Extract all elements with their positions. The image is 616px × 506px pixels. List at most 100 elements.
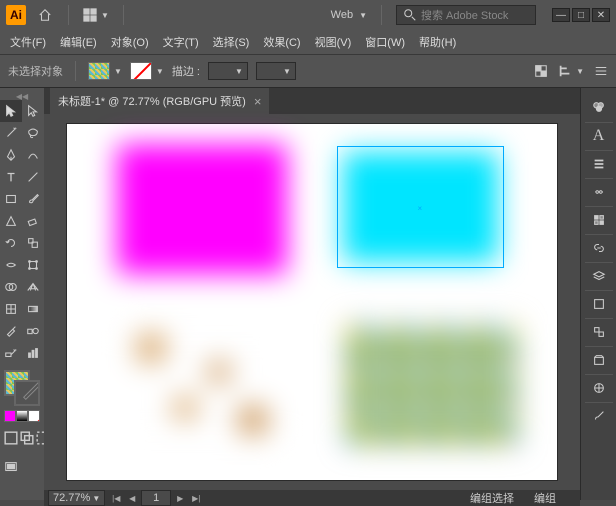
main-area: ◀◀ (0, 88, 616, 500)
gradient-tool[interactable] (22, 298, 44, 320)
selection-status: 未选择对象 (8, 63, 63, 79)
close-icon[interactable]: × (254, 94, 262, 109)
free-transform-tool[interactable] (22, 254, 44, 276)
layers-panel-icon[interactable] (585, 262, 613, 288)
menu-effect[interactable]: 效果(C) (257, 31, 306, 53)
paintbrush-tool[interactable] (22, 188, 44, 210)
stroke-swatch[interactable] (130, 62, 152, 80)
artboards-panel-icon[interactable] (585, 290, 613, 316)
divider (123, 5, 124, 25)
menu-file[interactable]: 文件(F) (4, 31, 52, 53)
color-mode-solid[interactable] (4, 410, 16, 422)
pen-tool[interactable] (0, 144, 22, 166)
stroke-weight-input[interactable]: ▼ (208, 62, 248, 80)
app-logo: Ai (6, 5, 26, 25)
control-bar: 未选择对象 ▼ ▼ 描边 : ▼ ▼ ▼ (0, 54, 616, 88)
eyedropper-tool[interactable] (0, 320, 22, 342)
transparency-icon[interactable] (534, 64, 548, 78)
shaper-tool[interactable] (0, 210, 22, 232)
screen-mode[interactable] (0, 456, 22, 478)
stroke-color[interactable] (14, 380, 40, 406)
curvature-tool[interactable] (22, 144, 44, 166)
close-button[interactable]: ✕ (592, 8, 610, 22)
rectangle-tool[interactable] (0, 188, 22, 210)
menu-object[interactable]: 对象(O) (105, 31, 155, 53)
search-placeholder: 搜索 Adobe Stock (421, 7, 508, 23)
stroke-profile-dropdown[interactable]: ▼ (256, 62, 296, 80)
tab-title: 未标题-1* @ 72.77% (RGB/GPU 预览) (58, 93, 246, 109)
menu-type[interactable]: 文字(T) (157, 31, 205, 53)
canvas[interactable]: × (44, 114, 580, 490)
type-panel-icon[interactable]: A (585, 122, 613, 148)
menu-edit[interactable]: 编辑(E) (54, 31, 103, 53)
type-tool[interactable] (0, 166, 22, 188)
draw-behind[interactable] (20, 430, 34, 446)
libraries-panel-icon[interactable] (585, 346, 613, 372)
symbols-panel-icon[interactable] (585, 374, 613, 400)
link-panel-icon[interactable] (585, 234, 613, 260)
align-icon (558, 64, 572, 78)
column-graph-tool[interactable] (22, 342, 44, 364)
divider (68, 5, 69, 25)
selection-tool[interactable] (0, 100, 22, 122)
shape-builder-tool[interactable] (0, 276, 22, 298)
search-stock-input[interactable]: 搜索 Adobe Stock (396, 5, 536, 25)
page-input[interactable]: 1 (141, 490, 171, 506)
status-bar: 72.77% ▼ |◀ ◀ 1 ▶ ▶| 编组选择 编组 (44, 490, 580, 506)
color-mode-gradient[interactable] (16, 410, 28, 422)
symbol-sprayer-tool[interactable] (0, 342, 22, 364)
fill-swatch[interactable] (88, 62, 110, 80)
color-mode-none[interactable] (28, 410, 40, 422)
chevron-down-icon: ▼ (92, 494, 100, 503)
infinity-panel-icon[interactable] (585, 178, 613, 204)
zoom-dropdown[interactable]: 72.77% ▼ (48, 490, 105, 506)
menu-view[interactable]: 视图(V) (309, 31, 358, 53)
document-tab[interactable]: 未标题-1* @ 72.77% (RGB/GPU 预览) × (50, 88, 269, 114)
cyan-rectangle-selected[interactable]: × (343, 152, 498, 262)
assets-panel-icon[interactable] (585, 318, 613, 344)
panel-handle[interactable]: ◀◀ (0, 92, 44, 100)
swatches-panel-icon[interactable] (585, 206, 613, 232)
minimize-button[interactable]: — (552, 8, 570, 22)
menu-icon[interactable] (594, 64, 608, 78)
direct-selection-tool[interactable] (22, 100, 44, 122)
blend-tool[interactable] (22, 320, 44, 342)
lasso-tool[interactable] (22, 122, 44, 144)
menu-select[interactable]: 选择(S) (207, 31, 256, 53)
pattern-rectangle-a[interactable] (117, 324, 287, 444)
brushes-panel-icon[interactable] (585, 402, 613, 428)
eraser-tool[interactable] (22, 210, 44, 232)
menu-window[interactable]: 窗口(W) (359, 31, 411, 53)
divider (381, 5, 382, 25)
width-tool[interactable] (0, 254, 22, 276)
fill-stroke-control[interactable] (0, 368, 44, 408)
line-tool[interactable] (22, 166, 44, 188)
pattern-rectangle-b[interactable] (347, 324, 517, 444)
next-page-button[interactable]: ▶ (173, 491, 187, 505)
panels-dock: A (580, 88, 616, 500)
perspective-grid-tool[interactable] (22, 276, 44, 298)
doc-preset-dropdown[interactable]: Web ▼ (331, 9, 367, 21)
document-area: 未标题-1* @ 72.77% (RGB/GPU 预览) × × 72.77% … (44, 88, 580, 500)
maximize-button[interactable]: □ (572, 8, 590, 22)
stroke-panel-icon[interactable] (585, 150, 613, 176)
mesh-tool[interactable] (0, 298, 22, 320)
first-page-button[interactable]: |◀ (109, 491, 123, 505)
magenta-rectangle[interactable] (117, 144, 287, 274)
align-dropdown[interactable]: ▼ (558, 64, 584, 78)
arrange-documents-button[interactable]: ▼ (83, 8, 109, 22)
magic-wand-tool[interactable] (0, 122, 22, 144)
rotate-tool[interactable] (0, 232, 22, 254)
home-icon[interactable] (36, 6, 54, 24)
menu-help[interactable]: 帮助(H) (413, 31, 462, 53)
grid-icon (83, 8, 97, 22)
color-panel-icon[interactable] (585, 94, 613, 120)
doc-preset-label: Web (331, 9, 353, 21)
draw-normal[interactable] (4, 430, 18, 446)
status-group: 编组 (534, 490, 556, 506)
chevron-down-icon: ▼ (576, 67, 584, 76)
menu-bar: 文件(F) 编辑(E) 对象(O) 文字(T) 选择(S) 效果(C) 视图(V… (0, 30, 616, 54)
prev-page-button[interactable]: ◀ (125, 491, 139, 505)
last-page-button[interactable]: ▶| (189, 491, 203, 505)
scale-tool[interactable] (22, 232, 44, 254)
